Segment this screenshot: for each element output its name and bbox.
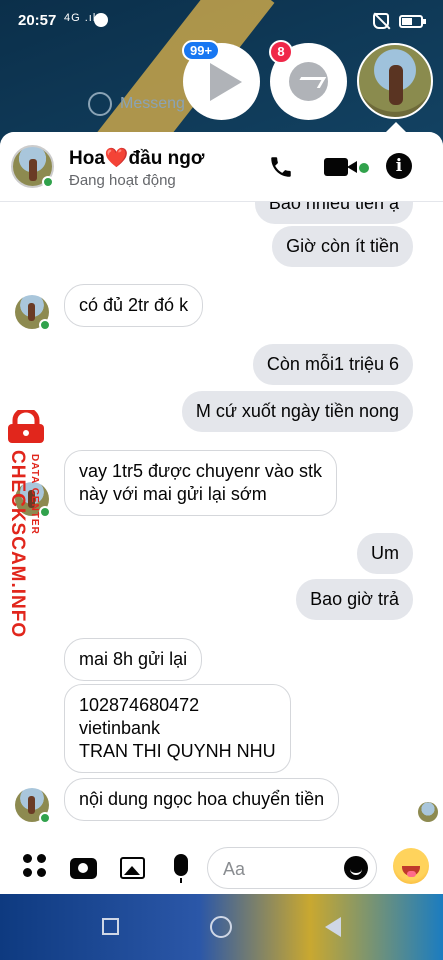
watermark-site: CHECKSCAM.INFO [7,450,28,639]
message-bubble-incoming[interactable]: nội dung ngọc hoa chuyển tiền [64,778,340,821]
messenger-unread-badge: 8 [269,40,293,64]
more-actions-icon[interactable] [23,854,47,878]
message-text-line: vay 1tr5 được chuyenr vào stk [79,461,322,481]
background-app-label: Messeng [120,95,185,112]
message-sender-avatar[interactable] [15,295,51,331]
gallery-icon[interactable] [120,857,145,879]
status-bar: 20:57 4G .ıl [0,0,443,42]
message-text: M cứ xuốt ngày tiền nong [195,401,399,421]
account-number: 102874680472 [79,695,200,715]
message-bubble-incoming[interactable]: có đủ 2tr đó k [64,284,204,327]
message-bubble-incoming[interactable]: vay 1tr5 được chuyenr vào stk này với ma… [64,450,337,516]
message-bubble-outgoing[interactable]: Um [357,533,413,574]
online-indicator [42,176,54,188]
message-bubble-incoming[interactable]: 102874680472 vietinbank TRAN THI QUYNH N… [64,684,291,773]
microphone-icon[interactable] [174,854,188,883]
system-nav-bar [0,894,443,960]
quick-reaction-emoji-button[interactable] [393,848,429,884]
message-text: mai 8h gửi lại [79,649,188,669]
message-text: Bao giờ trả [310,589,399,609]
message-bubble-outgoing[interactable]: Giờ còn ít tiền [272,226,413,267]
video-call-icon[interactable] [324,158,357,176]
message-bubble-outgoing[interactable]: M cứ xuốt ngày tiền nong [181,391,413,432]
message-text: Còn mỗi1 triệu 6 [266,354,399,374]
message-text: Um [371,543,399,563]
message-input-placeholder: Aa [223,859,246,879]
watermark-sub: DATA CENTER [29,454,40,535]
chat-header: Hoa❤️đầu ngơ Đang hoạt động i [0,132,443,202]
message-bubble-outgoing[interactable]: Còn mỗi1 triệu 6 [252,344,413,385]
back-button[interactable] [325,917,341,937]
online-indicator [39,812,51,824]
contact-status: Đang hoạt động [69,172,176,189]
message-bubble-incoming[interactable]: mai 8h gửi lại [64,638,203,681]
bank-name: vietinbank [79,718,161,738]
message-text: có đủ 2tr đó k [79,295,189,315]
mute-icon [373,13,389,29]
recent-apps-button[interactable] [102,918,119,935]
message-input[interactable]: Aa [207,847,377,889]
video-available-indicator [359,163,369,173]
contact-name[interactable]: Hoa❤️đầu ngơ [69,146,204,170]
watermark: CHECKSCAM.INFO DATA CENTER [2,410,48,640]
info-icon[interactable]: i [386,153,412,179]
phone-icon[interactable] [268,154,294,180]
message-composer: Aa [0,837,443,894]
messenger-notification-icon [94,13,108,27]
message-text: nội dung ngọc hoa chuyển tiền [79,789,325,809]
message-bubble-outgoing[interactable]: Bao giờ trả [296,579,413,620]
message-text: Giờ còn ít tiền [286,236,399,256]
online-indicator [39,319,51,331]
camera-icon[interactable] [70,858,97,879]
messenger-icon [289,62,328,101]
battery-icon [399,14,426,28]
read-receipt-avatar [418,802,438,822]
play-icon [210,63,242,101]
signal-icon: 4G .ıl [64,12,97,24]
video-unread-badge: 99+ [182,40,221,61]
account-holder: TRAN THI QUYNH NHU [79,741,276,761]
background-messenger-label: Messeng [88,92,185,116]
message-text-line: này với mai gửi lại sớm [79,484,267,504]
emoji-icon[interactable] [344,856,368,880]
chat-panel: Hoa❤️đầu ngơ Đang hoạt động i Bao nhiêu … [0,132,443,894]
messenger-icon [88,92,112,116]
message-sender-avatar[interactable] [15,788,51,824]
contact-chat-head[interactable] [357,43,433,119]
lock-icon [8,410,44,443]
chat-head-pointer [386,122,406,132]
home-button[interactable] [210,916,232,938]
status-time: 20:57 [18,12,57,29]
